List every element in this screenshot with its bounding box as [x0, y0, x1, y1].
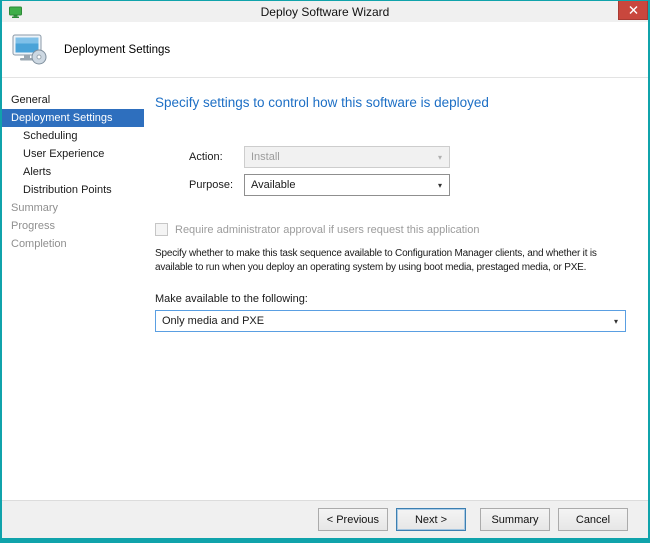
make-available-dropdown-value: Only media and PXE — [162, 315, 607, 327]
sidebar-item-summary: Summary — [2, 199, 144, 217]
cancel-button[interactable]: Cancel — [558, 508, 628, 531]
chevron-down-icon: ▾ — [431, 181, 449, 190]
titlebar[interactable]: Deploy Software Wizard — [2, 1, 648, 22]
wizard-window-icon — [8, 4, 23, 19]
sidebar-item-scheduling: Scheduling — [2, 127, 144, 145]
purpose-row: Purpose: Available ▾ — [189, 174, 626, 196]
purpose-label: Purpose: — [189, 179, 244, 191]
action-purpose-form: Action: Install ▾ Purpose: Available ▾ — [189, 146, 626, 196]
chevron-down-icon: ▾ — [431, 153, 449, 162]
summary-button[interactable]: Summary — [480, 508, 550, 531]
wizard-body: General Deployment Settings Scheduling U… — [2, 78, 648, 500]
deploy-software-wizard-window: Deploy Software Wizard Deployment S — [0, 0, 650, 543]
sidebar-item-deployment-settings: Deployment Settings — [2, 109, 144, 127]
make-available-dropdown[interactable]: Only media and PXE ▾ — [155, 310, 626, 332]
wizard-footer: < Previous Next > Summary Cancel — [2, 500, 648, 538]
approval-checkbox-label: Require administrator approval if users … — [175, 224, 480, 236]
wizard-page-header: Deployment Settings — [2, 22, 648, 78]
sidebar-item-general: General — [2, 91, 144, 109]
availability-description: Specify whether to make this task sequen… — [155, 247, 626, 274]
sidebar-item-completion: Completion — [2, 235, 144, 253]
close-icon — [629, 6, 638, 14]
wizard-page-content: Specify settings to control how this sof… — [144, 78, 648, 500]
window-title: Deploy Software Wizard — [2, 5, 648, 19]
sidebar-item-distribution-points: Distribution Points — [2, 181, 144, 199]
deployment-settings-icon — [12, 34, 48, 66]
sidebar-item-alerts: Alerts — [2, 163, 144, 181]
make-available-label: Make available to the following: — [155, 293, 626, 305]
purpose-dropdown[interactable]: Available ▾ — [244, 174, 450, 196]
wizard-nav-sidebar: General Deployment Settings Scheduling U… — [2, 78, 144, 500]
header-title: Deployment Settings — [64, 44, 170, 56]
approval-checkbox — [155, 223, 168, 236]
purpose-dropdown-value: Available — [251, 179, 431, 191]
close-button[interactable] — [618, 1, 648, 20]
action-row: Action: Install ▾ — [189, 146, 626, 168]
action-dropdown: Install ▾ — [244, 146, 450, 168]
page-title: Specify settings to control how this sof… — [155, 95, 626, 110]
next-button[interactable]: Next > — [396, 508, 466, 531]
sidebar-item-user-experience: User Experience — [2, 145, 144, 163]
chevron-down-icon: ▾ — [607, 317, 625, 326]
action-label: Action: — [189, 151, 244, 163]
action-dropdown-value: Install — [251, 151, 431, 163]
previous-button[interactable]: < Previous — [318, 508, 388, 531]
approval-checkbox-row: Require administrator approval if users … — [155, 223, 626, 236]
sidebar-item-progress: Progress — [2, 217, 144, 235]
